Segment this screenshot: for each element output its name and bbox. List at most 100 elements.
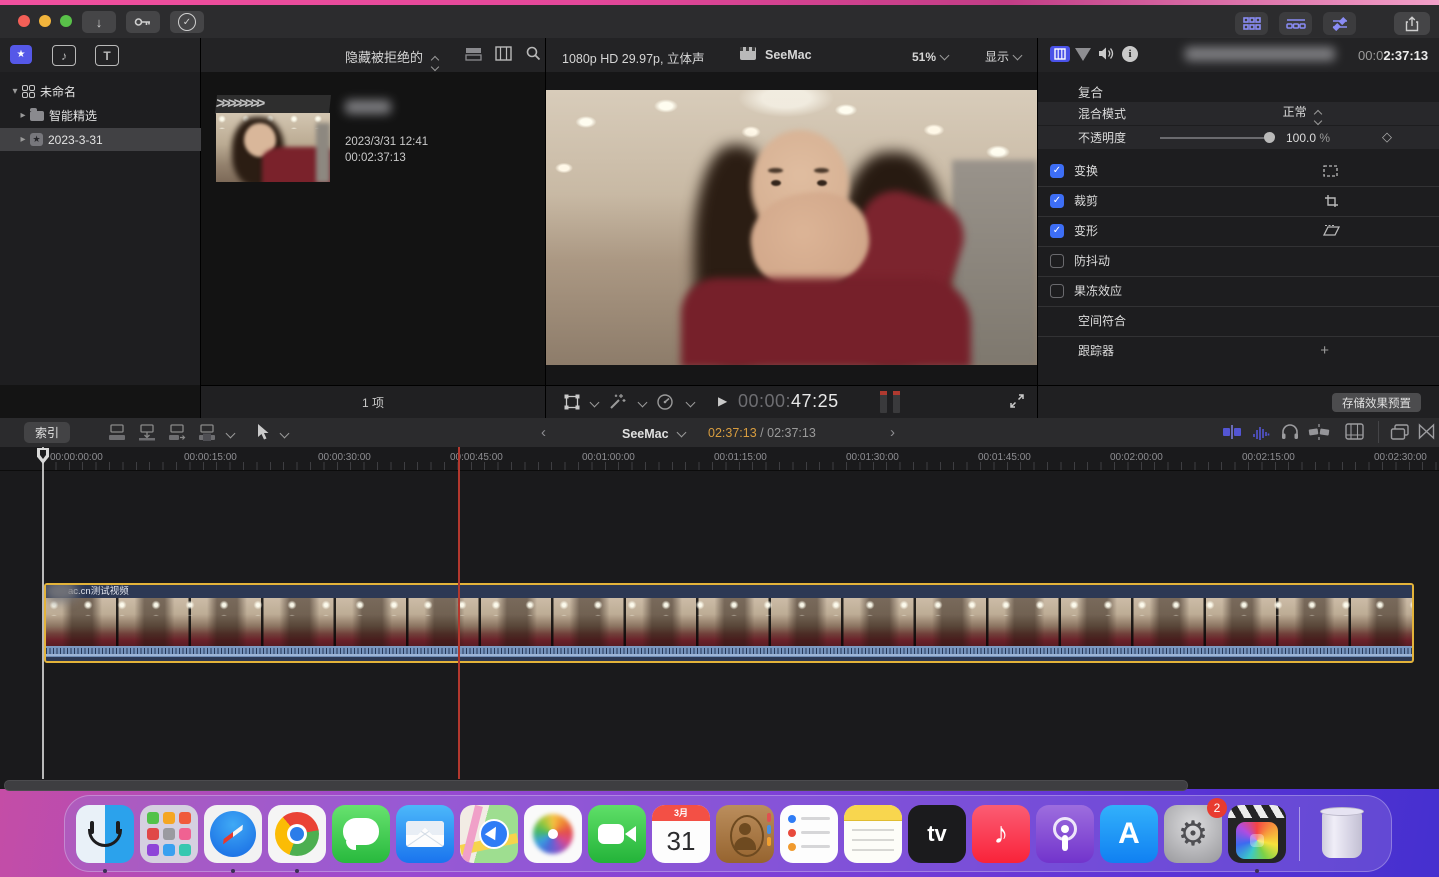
crop-effect-icon[interactable] bbox=[1324, 194, 1339, 208]
dock-calendar-icon[interactable]: 3月 31 bbox=[649, 802, 713, 866]
opacity-slider-thumb[interactable] bbox=[1264, 132, 1275, 143]
insert-edit-icon[interactable] bbox=[138, 423, 156, 441]
dock-chrome-icon[interactable] bbox=[265, 802, 329, 866]
opacity-value[interactable]: 100.0 % bbox=[1286, 131, 1330, 145]
save-effects-preset-button[interactable]: 存储效果预置 bbox=[1332, 393, 1421, 412]
video-inspector-tab[interactable] bbox=[1050, 46, 1070, 62]
timeline-project-dropdown[interactable]: SeeMac bbox=[622, 425, 685, 443]
share-button[interactable] bbox=[1394, 12, 1430, 35]
zoom-window-button[interactable] bbox=[60, 15, 72, 27]
dock-mail-icon[interactable] bbox=[393, 802, 457, 866]
transform-effect-icon[interactable] bbox=[1322, 164, 1339, 178]
dock-photos-icon[interactable] bbox=[521, 802, 585, 866]
dock-app-store-icon[interactable]: A bbox=[1097, 802, 1161, 866]
disclosure-closed-icon[interactable]: ▸ bbox=[16, 110, 30, 121]
keywords-button[interactable] bbox=[126, 11, 160, 33]
checkbox-unchecked[interactable] bbox=[1050, 254, 1064, 268]
fullscreen-button[interactable] bbox=[1009, 393, 1025, 409]
close-window-button[interactable] bbox=[18, 15, 30, 27]
viewer-zoom-dropdown[interactable]: 51% bbox=[912, 48, 948, 66]
browser-clip-thumbnail[interactable] bbox=[216, 113, 330, 182]
index-button[interactable]: 索引 bbox=[24, 422, 70, 443]
overwrite-edit-icon[interactable] bbox=[198, 423, 216, 441]
checkbox-checked[interactable]: ✓ bbox=[1050, 194, 1064, 208]
clip-appearance-button[interactable] bbox=[465, 47, 482, 61]
timeline-ruler[interactable]: 00:00:00:00 00:00:15:00 00:00:30:00 00:0… bbox=[0, 447, 1439, 471]
audio-meter-right[interactable] bbox=[893, 391, 900, 413]
audio-inspector-tab[interactable] bbox=[1098, 46, 1115, 61]
titles-generators-sidebar-tab[interactable]: T bbox=[95, 45, 119, 66]
playhead[interactable] bbox=[42, 447, 44, 779]
dock-contacts-icon[interactable] bbox=[713, 802, 777, 866]
media-sidebar-tab[interactable]: ★ bbox=[10, 45, 32, 64]
timeline[interactable]: 00:00:00:00 00:00:15:00 00:00:30:00 00:0… bbox=[0, 447, 1439, 789]
dock-settings-icon[interactable]: ⚙ 2 bbox=[1161, 802, 1225, 866]
import-media-button[interactable]: ↓ bbox=[82, 11, 116, 33]
dock-podcasts-icon[interactable] bbox=[1033, 802, 1097, 866]
search-button[interactable] bbox=[526, 46, 541, 61]
audio-meter-left[interactable] bbox=[880, 391, 887, 413]
blend-mode-select[interactable]: 正常 bbox=[1283, 103, 1321, 124]
dock-maps-icon[interactable] bbox=[457, 802, 521, 866]
info-inspector-tab[interactable]: i bbox=[1122, 46, 1138, 62]
snapping-icon[interactable] bbox=[1308, 423, 1330, 441]
viewer-video-frame[interactable] bbox=[546, 90, 1037, 365]
viewer-view-dropdown[interactable]: 显示 bbox=[985, 48, 1021, 66]
dock-reminders-icon[interactable] bbox=[777, 802, 841, 866]
dock-finder-icon[interactable] bbox=[73, 802, 137, 866]
clip-appearance-timeline-icon[interactable] bbox=[1345, 423, 1364, 440]
checkbox-checked[interactable]: ✓ bbox=[1050, 164, 1064, 178]
transform-tools-dropdown[interactable] bbox=[564, 394, 581, 410]
minimize-window-button[interactable] bbox=[39, 15, 51, 27]
sidebar-item-smart-collection[interactable]: ▸ 智能精选 bbox=[0, 104, 216, 127]
browser-filter-dropdown[interactable]: 隐藏被拒绝的 bbox=[345, 47, 438, 70]
chevron-down-icon[interactable] bbox=[590, 398, 600, 408]
show-inspector-button[interactable] bbox=[1323, 12, 1356, 35]
timeline-timecode[interactable]: 02:37:13 / 02:37:13 bbox=[708, 426, 816, 440]
checkbox-checked[interactable]: ✓ bbox=[1050, 224, 1064, 238]
dock-music-icon[interactable]: ♪ bbox=[969, 802, 1033, 866]
effects-browser-icon[interactable] bbox=[1390, 423, 1410, 441]
dock-safari-icon[interactable] bbox=[201, 802, 265, 866]
chevron-down-icon[interactable] bbox=[638, 398, 648, 408]
trim-tool-icon[interactable] bbox=[1222, 423, 1242, 441]
select-tool-cursor-icon[interactable] bbox=[256, 423, 270, 441]
chevron-down-icon[interactable] bbox=[686, 398, 696, 408]
opacity-slider-track[interactable] bbox=[1160, 137, 1270, 139]
append-edit-icon[interactable] bbox=[168, 423, 186, 441]
transitions-browser-icon[interactable] bbox=[1418, 423, 1435, 440]
show-timeline-button[interactable] bbox=[1279, 12, 1312, 35]
checkbox-unchecked[interactable] bbox=[1050, 284, 1064, 298]
distort-effect-icon[interactable] bbox=[1322, 224, 1341, 238]
background-tasks-button[interactable]: ✓ bbox=[170, 11, 204, 33]
dock-final-cut-pro-icon[interactable] bbox=[1225, 802, 1289, 866]
audio-skimming-icon[interactable] bbox=[1252, 423, 1270, 441]
connect-edit-icon[interactable] bbox=[108, 423, 126, 441]
retime-dropdown[interactable] bbox=[656, 393, 674, 411]
photos-audio-sidebar-tab[interactable]: ♪ bbox=[52, 45, 76, 66]
solo-headphones-icon[interactable] bbox=[1281, 423, 1299, 440]
sidebar-item-library[interactable]: ▾ 未命名 bbox=[0, 80, 208, 103]
add-tracker-button[interactable]: + bbox=[1320, 342, 1329, 359]
timeline-horizontal-scrollbar[interactable] bbox=[4, 780, 1188, 791]
dock-messages-icon[interactable] bbox=[329, 802, 393, 866]
timeline-clip-selected[interactable]: ac.cn测试视频 bbox=[44, 583, 1414, 663]
disclosure-open-icon[interactable]: ▾ bbox=[8, 86, 22, 97]
filmstrip-view-button[interactable] bbox=[495, 46, 512, 61]
color-inspector-tab[interactable] bbox=[1075, 48, 1091, 61]
chevron-down-icon[interactable] bbox=[226, 429, 236, 439]
enhancements-dropdown[interactable] bbox=[608, 393, 626, 411]
dock-tv-icon[interactable]: tv bbox=[905, 802, 969, 866]
dock-trash-icon[interactable] bbox=[1310, 802, 1374, 866]
dock-notes-icon[interactable] bbox=[841, 802, 905, 866]
dock-launchpad-icon[interactable] bbox=[137, 802, 201, 866]
dock-facetime-icon[interactable] bbox=[585, 802, 649, 866]
keyframe-diamond-icon[interactable]: ◇ bbox=[1382, 129, 1392, 145]
sidebar-item-event[interactable]: ▸ ★ 2023-3-31 bbox=[0, 128, 216, 151]
show-browser-button[interactable] bbox=[1235, 12, 1268, 35]
next-project-button[interactable]: › bbox=[890, 424, 895, 441]
chevron-down-icon[interactable] bbox=[280, 429, 290, 439]
disclosure-closed-icon[interactable]: ▸ bbox=[16, 134, 30, 145]
play-button[interactable]: ▶ bbox=[718, 394, 727, 408]
previous-project-button[interactable]: ‹ bbox=[541, 424, 546, 441]
